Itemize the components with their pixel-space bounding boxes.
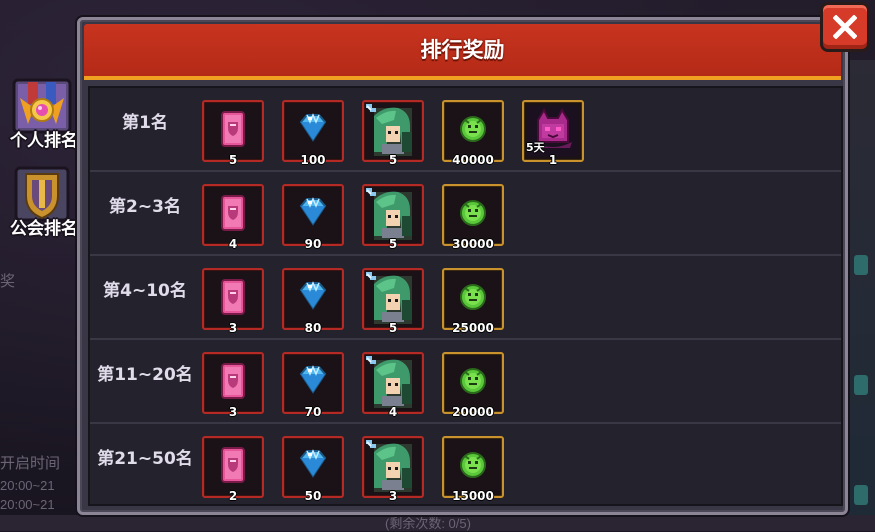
reward-count: 90 bbox=[304, 237, 322, 251]
tab-personal-rank-label: 个人排名 bbox=[10, 131, 78, 151]
reward-count: 40000 bbox=[452, 153, 494, 167]
rank-label: 第2~3名 bbox=[109, 197, 181, 217]
reward-item-hero[interactable]: 5 bbox=[362, 184, 424, 251]
panel-title: 排行奖励 bbox=[420, 38, 505, 62]
reward-count: 100 bbox=[300, 153, 326, 167]
reward-count: 3 bbox=[228, 405, 238, 419]
reward-item-coin[interactable]: 30000 bbox=[442, 184, 504, 251]
reward-count: 50 bbox=[304, 489, 322, 503]
reward-count: 25000 bbox=[452, 321, 494, 335]
close-button[interactable] bbox=[820, 2, 870, 52]
reward-count: 5 bbox=[388, 237, 398, 251]
background-text: 20:00~21 bbox=[0, 478, 55, 493]
reward-count: 5 bbox=[388, 321, 398, 335]
reward-row: 第1名 5 100 5 40000 5天 1 bbox=[90, 88, 841, 172]
background-text: 开启时间 bbox=[0, 455, 61, 472]
background-text: 20:00~21 bbox=[0, 497, 55, 512]
reward-count: 3 bbox=[228, 321, 238, 335]
reward-count: 20000 bbox=[452, 405, 494, 419]
reward-row: 第4~10名 3 80 5 25000 bbox=[90, 256, 841, 340]
reward-item-card[interactable]: 3 bbox=[202, 352, 264, 419]
reward-item-diamond[interactable]: 90 bbox=[282, 184, 344, 251]
reward-item-card[interactable]: 2 bbox=[202, 436, 264, 503]
reward-item-coin[interactable]: 25000 bbox=[442, 268, 504, 335]
reward-item-hero[interactable]: 3 bbox=[362, 436, 424, 503]
reward-item-coin[interactable]: 15000 bbox=[442, 436, 504, 503]
reward-count: 80 bbox=[304, 321, 322, 335]
background-remaining-count: (剩余次数: 0/5) bbox=[385, 516, 471, 531]
reward-item-coin[interactable]: 40000 bbox=[442, 100, 504, 167]
reward-count: 5 bbox=[228, 153, 238, 167]
tab-guild-rank-label: 公会排名 bbox=[10, 219, 78, 239]
reward-count: 3 bbox=[388, 489, 398, 503]
background-side-panel bbox=[848, 60, 875, 531]
reward-count: 15000 bbox=[452, 489, 494, 503]
rank-label: 第21~50名 bbox=[97, 449, 193, 469]
rank-label: 第1名 bbox=[122, 113, 168, 133]
reward-item-diamond[interactable]: 80 bbox=[282, 268, 344, 335]
reward-item-card[interactable]: 5 bbox=[202, 100, 264, 167]
reward-item-card[interactable]: 3 bbox=[202, 268, 264, 335]
close-icon bbox=[833, 15, 857, 39]
reward-item-diamond[interactable]: 50 bbox=[282, 436, 344, 503]
reward-item-card[interactable]: 4 bbox=[202, 184, 264, 251]
reward-item-diamond[interactable]: 70 bbox=[282, 352, 344, 419]
reward-count: 70 bbox=[304, 405, 322, 419]
reward-item-hero[interactable]: 5 bbox=[362, 100, 424, 167]
reward-row: 第11~20名 3 70 4 20000 bbox=[90, 340, 841, 424]
reward-count: 4 bbox=[388, 405, 398, 419]
tab-personal-rank[interactable]: 个人排名 bbox=[0, 78, 82, 154]
tab-guild-rank[interactable]: 公会排名 bbox=[0, 166, 82, 242]
reward-item-hero[interactable]: 4 bbox=[362, 352, 424, 419]
reward-count: 30000 bbox=[452, 237, 494, 251]
reward-row: 第2~3名 4 90 5 30000 bbox=[90, 172, 841, 256]
reward-count: 1 bbox=[548, 153, 558, 167]
panel-header: 排行奖励 bbox=[84, 24, 841, 80]
reward-item-coin[interactable]: 20000 bbox=[442, 352, 504, 419]
rank-label: 第11~20名 bbox=[97, 365, 193, 385]
reward-count: 5 bbox=[388, 153, 398, 167]
reward-row: 第21~50名 2 50 3 15000 bbox=[90, 424, 841, 504]
reward-item-diamond[interactable]: 100 bbox=[282, 100, 344, 167]
reward-count: 2 bbox=[228, 489, 238, 503]
reward-item-hero[interactable]: 5 bbox=[362, 268, 424, 335]
reward-count: 4 bbox=[228, 237, 238, 251]
background-text: 奖 bbox=[0, 273, 16, 290]
rewards-list[interactable]: 第1名 5 100 5 40000 5天 1 第2~3名 4 90 5 30000 第4~10名 3 80 5… bbox=[88, 86, 843, 506]
reward-item-cat[interactable]: 5天 1 bbox=[522, 100, 584, 167]
rank-label: 第4~10名 bbox=[103, 281, 187, 301]
background-bottom-bar: (剩余次数: 0/5) bbox=[0, 515, 875, 531]
rank-rewards-panel: 排行奖励 第1名 5 100 5 40000 5天 1 第2~3名 4 90 5 30000 第4~10… bbox=[77, 17, 848, 515]
